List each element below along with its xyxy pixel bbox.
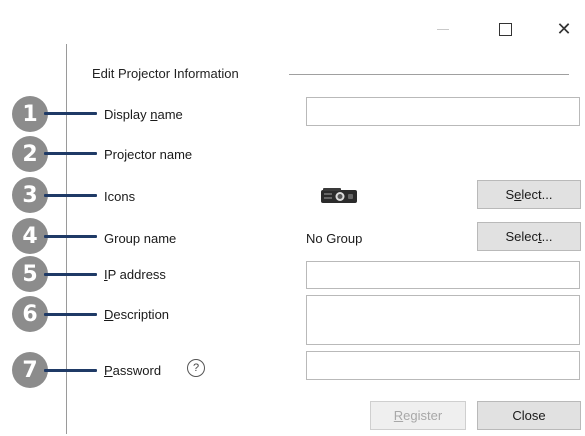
select-icon-button[interactable]: Se lect... <box>477 180 581 209</box>
group-name-label: Group name <box>104 231 177 246</box>
callout-5: 5 <box>12 256 48 292</box>
leader-line-6 <box>44 313 97 316</box>
group-title: Edit Projector Information <box>92 66 239 81</box>
icons-label: Icons <box>104 189 136 204</box>
window-left-edge <box>66 44 67 434</box>
callout-1: 1 <box>12 96 48 132</box>
ip-address-label: IP address <box>104 267 166 282</box>
password-input[interactable] <box>306 351 580 380</box>
description-label: Description <box>104 307 170 322</box>
callout-4: 4 <box>12 218 48 254</box>
password-label: Password <box>104 363 162 378</box>
display-name-input[interactable] <box>306 97 580 126</box>
callout-7: 7 <box>12 352 48 388</box>
register-button[interactable]: Register <box>370 401 466 430</box>
leader-line-1 <box>44 112 97 115</box>
group-name-value: No Group <box>306 231 363 246</box>
close-window-button[interactable]: ✕ <box>549 14 579 44</box>
description-input[interactable] <box>306 295 580 345</box>
group-divider <box>289 74 569 75</box>
close-icon: ✕ <box>556 19 572 39</box>
minimize-icon <box>437 28 449 30</box>
help-icon[interactable]: ? <box>187 359 205 377</box>
projector-name-label: Projector name <box>104 147 193 162</box>
leader-line-2 <box>44 152 97 155</box>
leader-line-5 <box>44 273 97 276</box>
select-group-button[interactable]: Selec t... <box>477 222 581 251</box>
callout-2: 2 <box>12 136 48 172</box>
close-button[interactable]: Close <box>477 401 581 430</box>
maximize-icon <box>498 22 512 36</box>
projector-icon <box>321 188 357 203</box>
leader-line-3 <box>44 194 97 197</box>
leader-line-7 <box>44 369 97 372</box>
leader-line-4 <box>44 235 97 238</box>
display-name-label: Display name <box>104 107 183 122</box>
callout-6: 6 <box>12 296 48 332</box>
maximize-button[interactable] <box>490 14 520 44</box>
ip-address-input[interactable] <box>306 261 580 289</box>
minimize-button[interactable] <box>428 14 458 44</box>
callout-3: 3 <box>12 177 48 213</box>
